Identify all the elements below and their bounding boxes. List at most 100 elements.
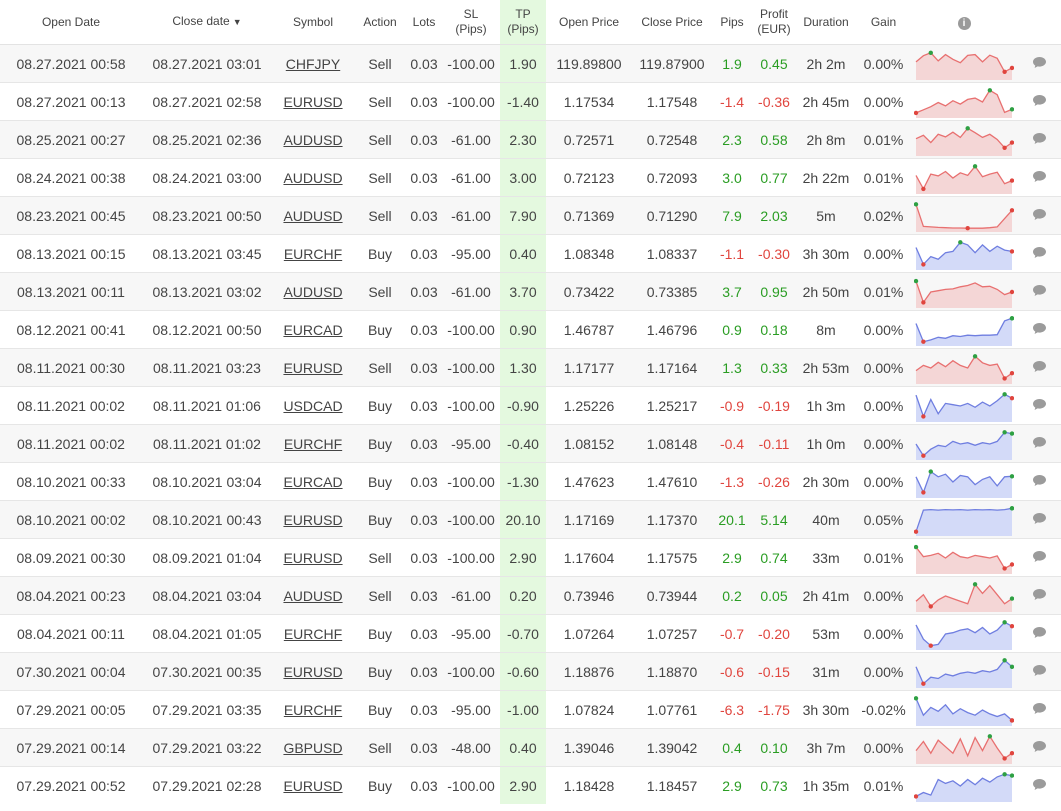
cell-sparkline [911, 348, 1017, 387]
symbol-link[interactable]: CHFJPY [286, 56, 340, 72]
comment-icon[interactable] [1032, 246, 1047, 262]
col-header-close-price[interactable]: Close Price [632, 0, 712, 45]
table-row[interactable]: 08.10.2021 00:02 08.10.2021 00:43 EURUSD Bu… [0, 500, 1061, 539]
table-row[interactable]: 08.04.2021 00:23 08.04.2021 03:04 AUDUSD Se… [0, 576, 1061, 615]
symbol-link[interactable]: EURUSD [283, 512, 342, 528]
symbol-link[interactable]: EURCHF [284, 702, 342, 718]
table-row[interactable]: 08.11.2021 00:02 08.11.2021 01:02 EURCHF Bu… [0, 424, 1061, 463]
comment-icon[interactable] [1032, 436, 1047, 452]
symbol-link[interactable]: EURCAD [283, 474, 342, 490]
table-row[interactable]: 07.29.2021 00:14 07.29.2021 03:22 GBPUSD Se… [0, 728, 1061, 767]
cell-gain: 0.00% [856, 386, 911, 425]
cell-open-date: 08.27.2021 00:13 [0, 82, 142, 121]
comment-icon[interactable] [1032, 512, 1047, 528]
cell-symbol: EURUSD [272, 538, 354, 577]
table-row[interactable]: 08.11.2021 00:30 08.11.2021 03:23 EURUSD Se… [0, 348, 1061, 387]
cell-open-price: 1.17177 [546, 348, 632, 387]
sparkline-high-point [987, 87, 993, 92]
table-row[interactable]: 08.23.2021 00:45 08.23.2021 00:50 AUDUSD Se… [0, 196, 1061, 235]
col-header-profit[interactable]: Profit (EUR) [752, 0, 796, 45]
comment-icon[interactable] [1032, 550, 1047, 566]
comment-icon[interactable] [1032, 664, 1047, 680]
table-header-row: Open Date Close date ▼ Symbol Action Lots… [0, 0, 1061, 45]
col-header-pips[interactable]: Pips [712, 0, 752, 45]
sparkline-high-point [928, 468, 933, 474]
col-header-open-price[interactable]: Open Price [546, 0, 632, 45]
col-header-gain[interactable]: Gain [856, 0, 911, 45]
symbol-link[interactable]: AUDUSD [283, 208, 342, 224]
col-header-tp[interactable]: TP (Pips) [500, 0, 546, 45]
symbol-link[interactable]: AUDUSD [283, 132, 342, 148]
table-row[interactable]: 08.11.2021 00:02 08.11.2021 01:06 USDCAD Bu… [0, 386, 1061, 425]
symbol-link[interactable]: EURCHF [284, 626, 342, 642]
comment-icon[interactable] [1032, 474, 1047, 490]
comment-icon[interactable] [1032, 778, 1047, 794]
cell-action: Buy [354, 766, 406, 804]
col-header-symbol[interactable]: Symbol [272, 0, 354, 45]
sparkline-end-point [1009, 289, 1014, 294]
comment-icon[interactable] [1032, 398, 1047, 414]
table-row[interactable]: 08.27.2021 00:58 08.27.2021 03:01 CHFJPY Se… [0, 44, 1061, 83]
comment-icon[interactable] [1032, 132, 1047, 148]
symbol-link[interactable]: EURUSD [283, 550, 342, 566]
table-row[interactable]: 08.25.2021 00:27 08.25.2021 02:36 AUDUSD Se… [0, 120, 1061, 159]
comment-icon[interactable] [1032, 360, 1047, 376]
comment-icon[interactable] [1032, 208, 1047, 224]
info-icon[interactable]: i [957, 16, 971, 30]
sparkline-end-point [1009, 473, 1014, 478]
comment-icon[interactable] [1032, 702, 1047, 718]
table-row[interactable]: 08.13.2021 00:15 08.13.2021 03:45 EURCHF Bu… [0, 234, 1061, 273]
cell-open-price: 1.07824 [546, 690, 632, 729]
symbol-link[interactable]: AUDUSD [283, 170, 342, 186]
symbol-link[interactable]: EURUSD [283, 664, 342, 680]
comment-icon-glyph [1032, 246, 1046, 258]
cell-close-date: 08.11.2021 01:02 [142, 424, 272, 463]
col-header-close-date[interactable]: Close date ▼ [142, 0, 272, 45]
symbol-link[interactable]: EURCHF [284, 246, 342, 262]
cell-lots: 0.03 [406, 766, 442, 804]
table-row[interactable]: 07.29.2021 00:52 07.29.2021 02:28 EURUSD Bu… [0, 766, 1061, 804]
comment-icon[interactable] [1032, 56, 1047, 72]
col-header-open-date[interactable]: Open Date [0, 0, 142, 45]
symbol-link[interactable]: USDCAD [283, 398, 342, 414]
symbol-link[interactable]: AUDUSD [283, 588, 342, 604]
comment-icon[interactable] [1032, 626, 1047, 642]
table-row[interactable]: 08.04.2021 00:11 08.04.2021 01:05 EURCHF Bu… [0, 614, 1061, 653]
cell-action: Buy [354, 310, 406, 349]
cell-gain: 0.02% [856, 196, 911, 235]
table-row[interactable]: 07.30.2021 00:04 07.30.2021 00:35 EURUSD Bu… [0, 652, 1061, 691]
table-row[interactable]: 08.10.2021 00:33 08.10.2021 03:04 EURCAD Bu… [0, 462, 1061, 501]
symbol-link[interactable]: EURCHF [284, 436, 342, 452]
comment-icon[interactable] [1032, 322, 1047, 338]
comment-icon[interactable] [1032, 740, 1047, 756]
cell-tp: 3.00 [500, 158, 546, 197]
table-row[interactable]: 08.27.2021 00:13 08.27.2021 02:58 EURUSD Se… [0, 82, 1061, 121]
trade-sparkline [915, 733, 1014, 764]
comment-icon[interactable] [1032, 94, 1047, 110]
table-row[interactable]: 08.09.2021 00:30 08.09.2021 01:04 EURUSD Se… [0, 538, 1061, 577]
col-header-duration[interactable]: Duration [796, 0, 856, 45]
cell-pips: 3.7 [712, 272, 752, 311]
comment-icon[interactable] [1032, 284, 1047, 300]
sparkline-end-point [1009, 561, 1014, 567]
symbol-link[interactable]: GBPUSD [283, 740, 342, 756]
table-row[interactable]: 07.29.2021 00:05 07.29.2021 03:35 EURCHF Bu… [0, 690, 1061, 729]
comment-icon[interactable] [1032, 170, 1047, 186]
comment-icon[interactable] [1032, 588, 1047, 604]
table-row[interactable]: 08.12.2021 00:41 08.12.2021 00:50 EURCAD Bu… [0, 310, 1061, 349]
symbol-link[interactable]: EURUSD [283, 360, 342, 376]
symbol-link[interactable]: AUDUSD [283, 284, 342, 300]
table-row[interactable]: 08.13.2021 00:11 08.13.2021 03:02 AUDUSD Se… [0, 272, 1061, 311]
sparkline-low-point [921, 413, 926, 419]
sparkline-low-point [921, 339, 926, 344]
symbol-link[interactable]: EURUSD [283, 778, 342, 794]
sparkline-low-point [921, 299, 926, 305]
symbol-link[interactable]: EURCAD [283, 322, 342, 338]
col-header-lots[interactable]: Lots [406, 0, 442, 45]
cell-duration: 2h 50m [796, 272, 856, 311]
symbol-link[interactable]: EURUSD [283, 94, 342, 110]
table-row[interactable]: 08.24.2021 00:38 08.24.2021 03:00 AUDUSD Se… [0, 158, 1061, 197]
col-header-action[interactable]: Action [354, 0, 406, 45]
sparkline-low-point [1002, 69, 1007, 74]
col-header-sl[interactable]: SL (Pips) [442, 0, 500, 45]
